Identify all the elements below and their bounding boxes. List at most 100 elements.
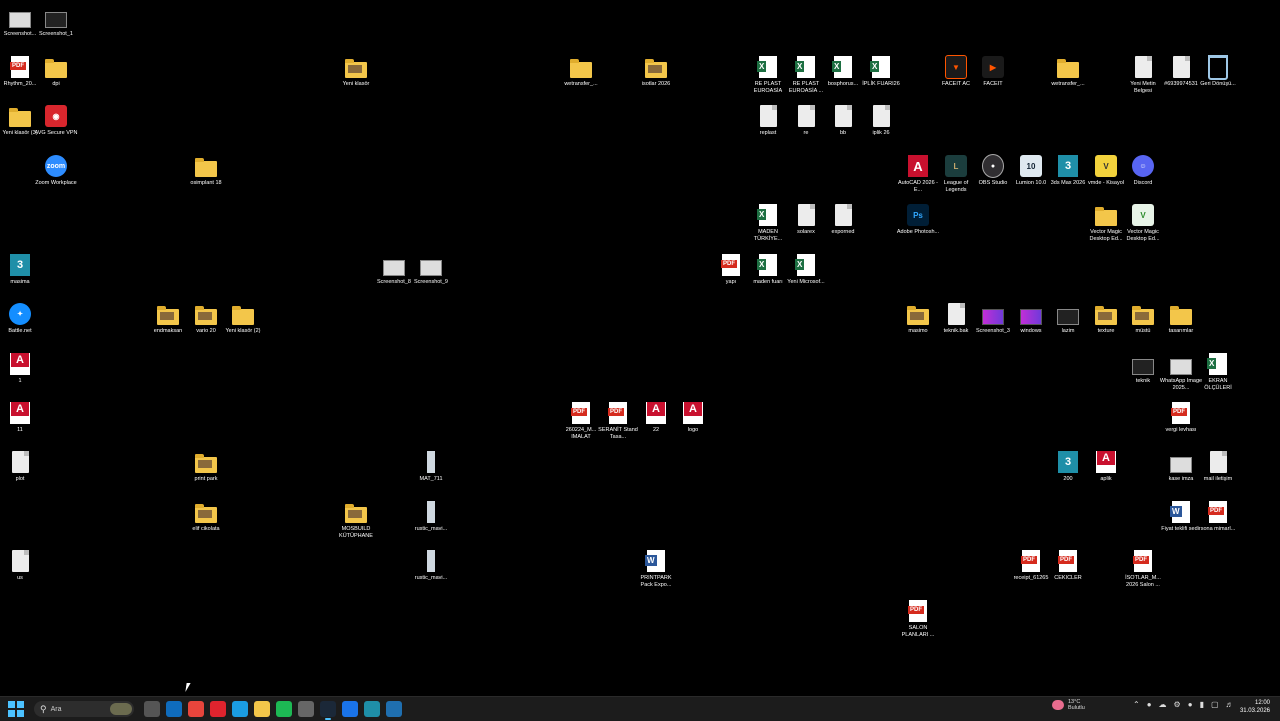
desktop-icon[interactable]: 3 200 (1048, 450, 1088, 483)
desktop-icon[interactable]: osimplant 18 (186, 154, 226, 187)
desktop-icon[interactable]: PDF sona mimarl... (1198, 500, 1238, 533)
desktop-icon[interactable]: Xbosphorus... (823, 55, 863, 88)
desktop-icon[interactable]: mail iletişim (1198, 450, 1238, 483)
desktop-icon[interactable]: plot (0, 450, 40, 483)
desktop-icon[interactable]: ☺ Discord (1123, 154, 1163, 187)
clock[interactable]: 12:00 31.03.2026 (1240, 699, 1270, 715)
desktop-icon[interactable]: A AutoCAD 2026 - E... (898, 154, 938, 194)
desktop-icon[interactable]: Yeni klasör (2) (223, 302, 263, 335)
desktop-icon[interactable]: WhatsApp Image 2025... (1160, 352, 1202, 392)
desktop-icon[interactable]: Geri Dönüşü... (1198, 54, 1238, 88)
weather-widget[interactable]: 13°C Bulutlu (1052, 699, 1085, 711)
desktop-icon[interactable]: Ps Adobe Photosh... (897, 203, 939, 236)
desktop-icon[interactable]: bb (823, 104, 863, 137)
desktop-icon[interactable]: ◉ AVG Secure VPN (35, 104, 78, 137)
desktop-icon[interactable]: vario 20 (186, 302, 226, 335)
spotify-icon[interactable] (276, 701, 292, 717)
desktop-icon[interactable]: A 11 (0, 401, 40, 434)
cloud-icon[interactable]: ☁ (1159, 700, 1167, 709)
desktop-icon[interactable]: rustic_mavi... (411, 549, 451, 582)
edge-icon[interactable] (232, 701, 248, 717)
desktop-icon[interactable]: teknik (1123, 352, 1163, 385)
desktop-icon[interactable]: A 22 (636, 401, 676, 434)
desktop-icon[interactable]: W PRINTPARK Pack Expo... (636, 549, 676, 589)
opera-icon[interactable] (210, 701, 226, 717)
bluetooth-icon[interactable]: ● (1188, 700, 1193, 709)
desktop-icon[interactable]: X EKRAN ÖLÇÜLERİ (1198, 352, 1238, 392)
steam-tray-icon[interactable]: ⚙ (1174, 700, 1181, 709)
monitor-icon[interactable]: ▢ (1211, 700, 1219, 709)
desktop-icon[interactable]: X İPLİK FUARI26 (861, 55, 901, 88)
desktop-icon[interactable]: 10 Lumion 10.0 (1011, 154, 1051, 187)
desktop-icon[interactable]: PDF vergi levhası (1161, 401, 1201, 434)
desktop-icon[interactable]: solarex (786, 203, 826, 236)
desktop-icon[interactable]: tasarımlar (1161, 302, 1201, 335)
desktop-icon[interactable]: endmaksan (148, 302, 188, 335)
desktop-icon[interactable]: ▶ FACEIT (973, 55, 1013, 88)
desktop-icon[interactable]: Screenshot_8 (374, 253, 414, 286)
desktop-icon[interactable]: Vector Magic Desktop Ed... (1086, 203, 1126, 243)
desktop-icon[interactable]: W Fiyat teklifi sedir (1161, 500, 1201, 533)
desktop-icon[interactable]: X MADEN TÜRKİYE... (748, 203, 788, 243)
outlook-icon[interactable] (166, 701, 182, 717)
desktop-icon[interactable]: ▼ FACEIT AC (936, 55, 976, 88)
desktop-icon[interactable]: ● OBS Studio (973, 154, 1013, 187)
desktop-icon[interactable]: us (0, 549, 40, 582)
desktop-icon[interactable]: Screenshot_3 (973, 302, 1013, 335)
desktop-icon[interactable]: X Yeni Microsof... (786, 253, 826, 286)
file-explorer-icon[interactable] (254, 701, 270, 717)
desktop-icon[interactable]: X RE PLAST EUROASİA (748, 55, 788, 95)
onenote-icon[interactable] (342, 701, 358, 717)
speaker-icon[interactable]: ♬ (1226, 700, 1234, 709)
desktop-icon[interactable]: PDF SALON PLANLARI ... (898, 599, 938, 639)
desktop-icon[interactable]: teknik.bak (936, 302, 976, 335)
desktop-icon[interactable]: PDF İSOTLAR_M... 2026 Salon ... (1123, 549, 1163, 589)
desktop-icon[interactable]: Alogo (673, 401, 713, 434)
desktop-icon[interactable]: MOSBUILD KÜTÜPHANE (336, 500, 376, 540)
chrome-dev-icon[interactable] (298, 701, 314, 717)
desktop-icon[interactable]: A1 (0, 352, 40, 385)
desktop-icon[interactable]: V Vector Magic Desktop Ed... (1123, 203, 1163, 243)
microphone-icon[interactable]: ▮ (1200, 700, 1204, 709)
desktop-icon[interactable]: PDF 260224_M... IMALAT (561, 401, 601, 441)
desktop-icon[interactable]: re (786, 104, 826, 137)
desktop-icon[interactable]: elif cikolata (186, 500, 226, 533)
desktop-icon[interactable]: Vvmde - Kisayol (1086, 154, 1126, 187)
desktop-icon[interactable]: ✦ Battle.net (0, 302, 40, 335)
desktop-icon[interactable]: dpi (36, 55, 76, 88)
desktop-icon[interactable]: Yeni Metin Belgesi (1123, 55, 1163, 95)
desktop-icon[interactable]: 3 masima (0, 253, 40, 286)
3dsmax-icon[interactable] (364, 701, 380, 717)
desktop-icon[interactable]: kase imza (1161, 450, 1201, 483)
desktop-icon[interactable]: PDF CEKICLER (1048, 549, 1088, 582)
start-button[interactable] (8, 701, 24, 717)
desktop-icon[interactable]: Aaplik (1086, 450, 1126, 483)
desktop-icon[interactable]: Screenshot_1 (36, 5, 76, 38)
taskbar-search[interactable]: ⚲ Ara (34, 701, 134, 717)
desktop-icon[interactable]: PDF yapı (711, 253, 751, 286)
desktop-icon[interactable]: lazim (1048, 302, 1088, 335)
desktop-icon[interactable]: MAT_711 (411, 450, 451, 483)
desktop-icon[interactable]: replast (748, 104, 788, 137)
desktop-icon[interactable]: rustic_mavi... (411, 500, 451, 533)
desktop-icon[interactable]: #6939974531 (1161, 55, 1201, 88)
desktop-icon[interactable]: Xmaden fuarı (748, 253, 788, 286)
snipping-tool-icon[interactable] (386, 701, 402, 717)
chevron-up-icon[interactable]: ⌃ (1133, 700, 1140, 709)
desktop-icon[interactable]: isotlar 2026 (636, 55, 676, 88)
desktop-icon[interactable]: müstü (1123, 302, 1163, 335)
desktop-icon[interactable]: windows (1011, 302, 1051, 335)
task-view-icon[interactable] (144, 701, 160, 717)
desktop-icon[interactable]: PDF receipt_61265 (1011, 549, 1051, 582)
desktop-icon[interactable]: exporned (823, 203, 863, 236)
desktop-icon[interactable]: zoom Zoom Workplace (35, 154, 77, 187)
desktop-icon[interactable]: PDF SERANİT Stand Tasa... (598, 401, 638, 441)
steam-icon[interactable] (320, 701, 336, 720)
desktop-icon[interactable]: Screenshot_9 (411, 253, 451, 286)
desktop-icon[interactable]: wetransfer_... (561, 55, 601, 88)
desktop-icon[interactable]: 3 3ds Max 2026 (1048, 154, 1088, 187)
desktop-icon[interactable]: iplik 26 (861, 104, 901, 137)
desktop-icon[interactable]: X RE PLAST EUROASİA ... (786, 55, 826, 95)
desktop-icon[interactable]: print park (186, 450, 226, 483)
chrome-icon[interactable] (188, 701, 204, 717)
